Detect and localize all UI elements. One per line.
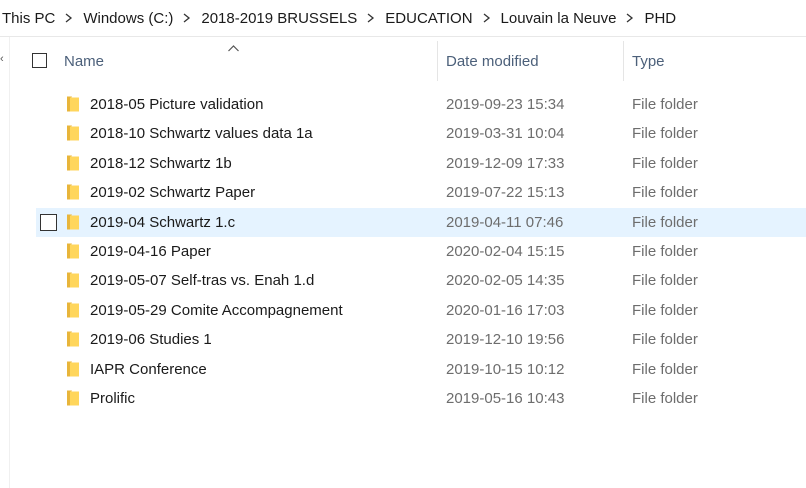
chevron-left-icon[interactable]: ‹ [0,53,4,65]
file-date-modified: 2019-10-15 10:12 [446,360,565,378]
file-date-modified: 2020-02-05 14:35 [446,272,565,290]
file-date-modified: 2019-09-23 15:34 [446,96,565,113]
file-type: File folder [632,272,698,290]
file-row[interactable]: 2018-10 Schwartz values data 1a 2019-03-3… [36,119,806,148]
breadcrumb-item-louvain[interactable]: Louvain la Neuve [499,10,619,27]
file-type: File folder [632,213,698,231]
row-checkbox[interactable] [40,213,57,231]
file-row[interactable]: 2019-06 Studies 1 2019-12-10 19:56 File fo… [36,325,806,354]
navigation-pane-edge[interactable]: ‹ [0,37,10,488]
file-name[interactable]: IAPR Conference [90,361,207,378]
file-name[interactable]: 2019-04 Schwartz 1.c [90,214,235,231]
file-date-modified: 2019-05-16 10:43 [446,390,565,407]
file-row[interactable]: 2019-05-07 Self-tras vs. Enah 1.d 2020-02… [36,266,806,295]
file-name[interactable]: 2018-12 Schwartz 1b [90,155,232,172]
file-name[interactable]: 2019-02 Schwartz Paper [90,184,255,201]
chevron-right-icon[interactable] [359,13,383,23]
column-header-type[interactable]: Type [632,53,665,70]
chevron-right-icon[interactable] [57,13,81,23]
file-row[interactable]: Prolific 2019-05-16 10:43 File folder [36,384,806,413]
file-type: File folder [632,360,698,378]
file-type: File folder [632,184,698,202]
file-row[interactable]: 2019-05-29 Comite Accompagnement 2020-01-… [36,296,806,325]
file-row[interactable]: IAPR Conference 2019-10-15 10:12 File fold… [36,355,806,384]
folder-icon [66,301,80,319]
file-type: File folder [632,301,698,319]
column-divider[interactable] [623,41,624,81]
file-date-modified: 2019-12-09 17:33 [446,154,565,172]
file-type: File folder [632,154,698,172]
file-name[interactable]: 2018-10 Schwartz values data 1a [90,125,313,142]
folder-icon [66,124,80,142]
breadcrumb-item-brussels[interactable]: 2018-2019 BRUSSELS [199,10,359,27]
folder-icon [66,271,80,289]
file-type: File folder [632,390,698,407]
breadcrumb-item-windows-c[interactable]: Windows (C:) [81,10,175,27]
file-date-modified: 2020-02-04 15:15 [446,243,565,260]
folder-icon [66,242,80,260]
column-header-row: Name Date modified Type [18,41,806,81]
file-type: File folder [632,331,698,349]
file-date-modified: 2019-04-11 07:46 [446,213,564,231]
file-name[interactable]: 2019-05-07 Self-tras vs. Enah 1.d [90,272,314,289]
file-name[interactable]: 2018-05 Picture validation [90,96,263,113]
file-name[interactable]: 2019-06 Studies 1 [90,331,212,348]
file-row[interactable]: 2018-12 Schwartz 1b 2019-12-09 17:33 File … [36,149,806,178]
file-name[interactable]: 2019-04-16 Paper [90,243,211,260]
file-date-modified: 2019-12-10 19:56 [446,331,565,349]
column-header-name[interactable]: Name [64,53,104,70]
select-all-checkbox[interactable] [32,53,47,68]
file-date-modified: 2019-03-31 10:04 [446,125,565,143]
file-row[interactable]: 2019-04-16 Paper 2020-02-04 15:15 File fol… [36,237,806,266]
file-row[interactable]: 2018-05 Picture validation 2019-09-23 15:… [36,90,806,119]
file-type: File folder [632,96,698,113]
column-header-date[interactable]: Date modified [446,53,539,70]
folder-icon [66,213,80,231]
chevron-right-icon[interactable] [618,13,642,23]
file-type: File folder [632,125,698,143]
folder-icon [66,154,80,172]
file-name[interactable]: 2019-05-29 Comite Accompagnement [90,302,343,319]
folder-icon [66,389,80,407]
folder-icon [66,330,80,348]
file-date-modified: 2020-01-16 17:03 [446,301,565,319]
sort-ascending-icon [228,39,239,56]
breadcrumb-item-phd[interactable]: PHD [642,10,678,27]
chevron-right-icon[interactable] [175,13,199,23]
folder-icon [66,95,80,113]
breadcrumb: This PC Windows (C:) 2018-2019 BRUSSELS … [0,0,806,37]
file-row[interactable]: 2019-02 Schwartz Paper 2019-07-22 15:13 Fi… [36,178,806,207]
breadcrumb-item-education[interactable]: EDUCATION [383,10,474,27]
folder-icon [66,183,80,201]
file-name[interactable]: Prolific [90,390,135,407]
folder-icon [66,360,80,378]
column-divider[interactable] [437,41,438,81]
file-date-modified: 2019-07-22 15:13 [446,184,565,202]
chevron-right-icon[interactable] [475,13,499,23]
breadcrumb-item-this-pc[interactable]: This PC [0,10,57,27]
file-row[interactable]: 2019-04 Schwartz 1.c 2019-04-11 07:46 File… [36,207,806,237]
file-type: File folder [632,243,698,260]
